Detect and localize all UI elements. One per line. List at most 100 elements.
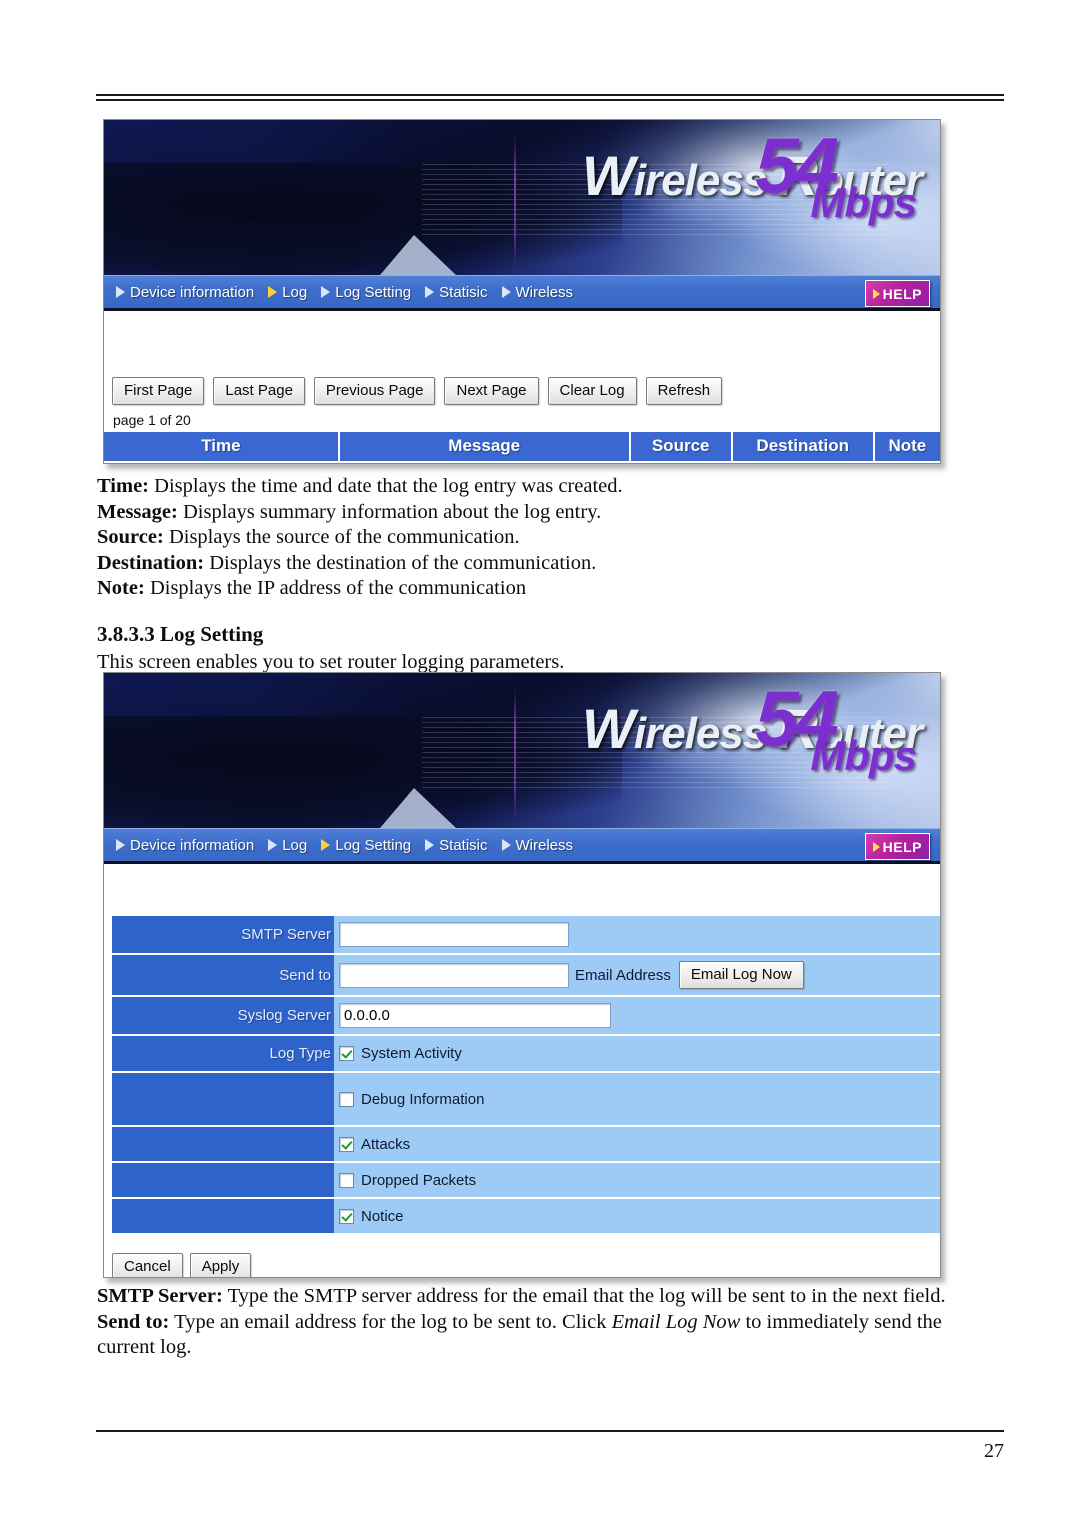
form-row-log-type-notice: Notice (112, 1199, 940, 1235)
arrow-right-icon (268, 286, 278, 298)
value-log-type-notice: Notice (334, 1199, 940, 1233)
previous-page-button[interactable]: Previous Page (313, 377, 436, 405)
text-smtp-server: Type the SMTP server address for the ema… (222, 1285, 946, 1307)
checkbox-label-debug-information: Debug Information (361, 1090, 485, 1108)
value-syslog-server (334, 997, 940, 1034)
help-button[interactable]: HELP (864, 280, 930, 307)
column-header-time: Time (104, 432, 340, 461)
refresh-button[interactable]: Refresh (645, 377, 723, 405)
log-setting-panel-body: SMTP Server Send to Email Address Email … (104, 864, 940, 1277)
description-line-time: Time: Displays the time and date that th… (97, 474, 977, 500)
product-logo: Wireless Router 54 Mbps (582, 126, 923, 224)
brand-r: R (777, 144, 818, 207)
checkbox-row-dropped-packets[interactable]: Dropped Packets (339, 1172, 476, 1189)
nav-item-log[interactable]: Log (268, 837, 307, 854)
nav-item-statisic[interactable]: Statisic (425, 284, 488, 301)
description-line-destination: Destination: Displays the destination of… (97, 551, 977, 577)
log-table-header-row: Time Message Source Destination Note (104, 432, 940, 461)
banner-peak-decoration (379, 235, 456, 275)
banner-peak-decoration (379, 788, 456, 828)
brand-text: Wireless Router (582, 701, 923, 758)
text-time: Displays the time and date that the log … (149, 475, 623, 497)
value-smtp-server (334, 916, 940, 953)
checkbox-row-system-activity[interactable]: System Activity (339, 1045, 462, 1062)
nav-item-wireless[interactable]: Wireless (501, 284, 573, 301)
checkbox-notice[interactable] (339, 1208, 354, 1224)
product-logo: Wireless Router 54 Mbps (582, 679, 923, 777)
nav-item-device-information[interactable]: Device information (116, 837, 254, 854)
label-send-to: Send to (112, 955, 334, 995)
term-destination: Destination: (97, 551, 205, 574)
form-row-log-type-dropped-packets: Dropped Packets (112, 1163, 940, 1199)
checkbox-row-debug-information[interactable]: Debug Information (339, 1091, 484, 1108)
nav-label: Wireless (515, 836, 574, 854)
label-spacer-debug (112, 1073, 334, 1125)
checkbox-attacks[interactable] (339, 1136, 354, 1152)
label-syslog-server: Syslog Server (112, 997, 334, 1034)
arrow-right-icon (501, 286, 511, 298)
nav-item-wireless[interactable]: Wireless (501, 836, 574, 854)
value-log-type-debug-information: Debug Information (334, 1073, 940, 1125)
nav-label: Log Setting (335, 836, 412, 854)
arrow-right-icon (321, 286, 331, 298)
form-row-send-to: Send to Email Address Email Log Now (112, 955, 940, 997)
brand-w: W (582, 697, 635, 760)
log-pagination-toolbar: First Page Last Page Previous Page Next … (104, 371, 940, 409)
checkbox-debug-information[interactable] (339, 1091, 354, 1107)
banner-swoosh-decoration (104, 673, 940, 785)
checkbox-system-activity[interactable] (339, 1046, 354, 1061)
router-nav-bar: Device information Log Log Setting Stati… (104, 828, 940, 864)
first-page-button[interactable]: First Page (112, 377, 205, 405)
log-entries-area (104, 311, 940, 371)
form-row-syslog-server: Syslog Server (112, 997, 940, 1036)
send-to-input[interactable] (339, 962, 569, 988)
checkbox-label-dropped-packets: Dropped Packets (361, 1171, 477, 1189)
router-banner: Wireless Router 54 Mbps (104, 673, 940, 828)
brand-speed: 54 (755, 674, 839, 762)
checkbox-label-attacks: Attacks (361, 1135, 411, 1153)
email-log-now-button[interactable]: Email Log Now (678, 961, 804, 989)
help-arrow-icon (872, 288, 880, 299)
help-button[interactable]: HELP (864, 833, 930, 860)
value-log-type-dropped-packets: Dropped Packets (334, 1163, 940, 1197)
nav-item-log-setting[interactable]: Log Setting (321, 837, 411, 854)
checkbox-row-notice[interactable]: Notice (339, 1208, 404, 1225)
apply-button[interactable]: Apply (189, 1253, 252, 1277)
brand-outer: outer (817, 156, 923, 205)
page-status-text: page 1 of 20 (113, 412, 191, 428)
next-page-button[interactable]: Next Page (444, 377, 539, 405)
nav-item-statisic[interactable]: Statisic (425, 837, 488, 854)
log-panel-body: First Page Last Page Previous Page Next … (104, 311, 940, 463)
last-page-button[interactable]: Last Page (213, 377, 305, 405)
nav-item-log[interactable]: Log (268, 284, 307, 301)
value-log-type-system-activity: System Activity (334, 1036, 940, 1071)
arrow-right-icon (116, 286, 125, 298)
banner-dark-decoration (104, 716, 623, 828)
router-nav-bar: Device information Log Log Setting Stati… (104, 275, 940, 311)
syslog-server-input[interactable] (339, 1003, 611, 1028)
header-rule (96, 94, 1004, 101)
nav-item-device-information[interactable]: Device information (116, 284, 254, 301)
text-note: Displays the IP address of the communica… (144, 577, 527, 599)
cancel-button[interactable]: Cancel (112, 1253, 183, 1277)
text-send-to-1: Type an email address for the log to be … (169, 1310, 612, 1333)
banner-streaks-decoration (421, 713, 890, 788)
clear-log-button[interactable]: Clear Log (547, 377, 637, 405)
brand-ireless: ireless (633, 156, 778, 205)
checkbox-dropped-packets[interactable] (339, 1172, 354, 1188)
nav-label: Device information (130, 283, 255, 301)
brand-ireless: ireless (633, 709, 778, 758)
footer-rule (96, 1430, 1004, 1432)
nav-item-log-setting[interactable]: Log Setting (321, 284, 411, 301)
log-table-body-area (104, 461, 940, 463)
value-send-to: Email Address Email Log Now (334, 955, 940, 995)
term-time: Time: (97, 475, 150, 497)
nav-label: Log Setting (335, 283, 412, 301)
description-line-message: Message: Displays summary information ab… (97, 500, 977, 526)
checkbox-label-system-activity: System Activity (361, 1045, 462, 1062)
description-line-source: Source: Displays the source of the commu… (97, 525, 977, 551)
smtp-server-input[interactable] (339, 922, 569, 947)
text-message: Displays summary information about the l… (177, 500, 602, 523)
checkbox-row-attacks[interactable]: Attacks (339, 1136, 410, 1153)
document-page: Wireless Router 54 Mbps Device informati… (0, 0, 1080, 1528)
